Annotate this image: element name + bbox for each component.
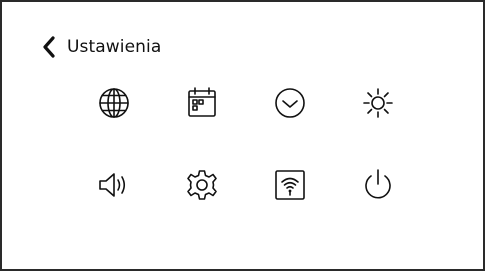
time-button[interactable] bbox=[268, 81, 312, 125]
system-settings-button[interactable] bbox=[180, 163, 224, 207]
page-title: Ustawienia bbox=[67, 37, 162, 57]
chevron-left-icon bbox=[43, 36, 55, 58]
sound-button[interactable] bbox=[92, 163, 136, 207]
globe-icon bbox=[99, 88, 129, 118]
calendar-icon bbox=[188, 87, 216, 117]
date-button[interactable] bbox=[180, 81, 224, 125]
gear-icon bbox=[187, 170, 217, 200]
brightness-icon bbox=[363, 88, 393, 118]
speaker-icon bbox=[99, 173, 126, 197]
back-button[interactable]: Ustawienia bbox=[41, 32, 161, 62]
clock-icon bbox=[275, 88, 305, 118]
wifi-icon bbox=[275, 170, 305, 200]
network-button[interactable] bbox=[268, 163, 312, 207]
language-button[interactable] bbox=[92, 81, 136, 125]
brightness-button[interactable] bbox=[356, 81, 400, 125]
power-button[interactable] bbox=[356, 163, 400, 207]
power-icon bbox=[365, 169, 391, 199]
settings-screen: Ustawienia bbox=[0, 0, 485, 271]
